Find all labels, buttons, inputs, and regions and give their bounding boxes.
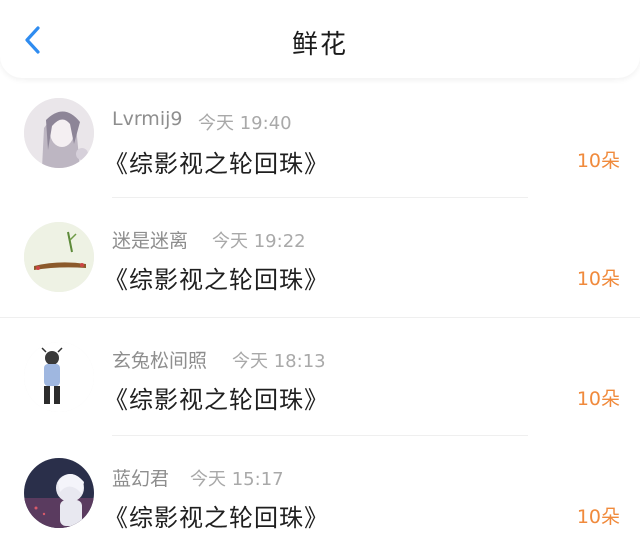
page-title: 鲜花	[291, 30, 348, 60]
flower-count: 10朵	[576, 268, 620, 290]
book-title: 《综影视之轮回珠》	[104, 386, 329, 414]
avatar[interactable]	[24, 342, 94, 412]
list-item[interactable]: 玄兔松间照 今天 18:13 《综影视之轮回珠》 10朵	[0, 318, 640, 436]
avatar[interactable]	[24, 222, 94, 292]
user-name: 玄兔松间照	[112, 350, 208, 372]
flower-count: 10朵	[576, 506, 620, 528]
avatar[interactable]	[24, 458, 94, 528]
user-name: Lvrmij9	[112, 108, 183, 130]
flower-list-page: 鲜花 Lvrmij9 今天 19:40 《综影视之轮回珠》 10朵 迷是迷离 今…	[0, 0, 640, 551]
gift-time: 今天 19:22	[212, 231, 306, 252]
gift-time: 今天 15:17	[190, 469, 284, 490]
user-name: 蓝幻君	[112, 468, 170, 490]
avatar[interactable]	[24, 98, 94, 168]
gift-time: 今天 18:13	[232, 351, 326, 372]
book-title: 《综影视之轮回珠》	[104, 504, 329, 532]
list-item[interactable]: 迷是迷离 今天 19:22 《综影视之轮回珠》 10朵	[0, 198, 640, 318]
list-item[interactable]: Lvrmij9 今天 19:40 《综影视之轮回珠》 10朵	[0, 80, 640, 198]
gift-list: Lvrmij9 今天 19:40 《综影视之轮回珠》 10朵 迷是迷离 今天 1…	[0, 80, 640, 551]
gift-time: 今天 19:40	[198, 113, 292, 134]
book-title: 《综影视之轮回珠》	[104, 150, 329, 178]
flower-count: 10朵	[576, 150, 620, 172]
flower-count: 10朵	[576, 388, 620, 410]
book-title: 《综影视之轮回珠》	[104, 266, 329, 294]
nav-bar: 鲜花	[0, 0, 640, 78]
list-item[interactable]: 蓝幻君 今天 15:17 《综影视之轮回珠》 10朵	[0, 436, 640, 551]
user-name: 迷是迷离	[112, 230, 189, 252]
